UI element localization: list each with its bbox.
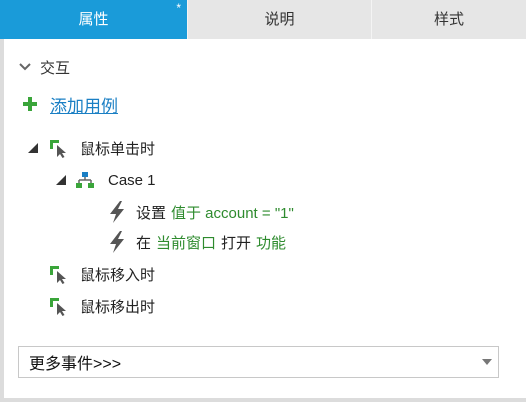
panel-tabs: 属性 * 说明 样式 <box>0 0 526 39</box>
event-label: 鼠标移出时 <box>80 298 156 316</box>
mouse-event-icon <box>50 298 66 316</box>
interaction-section-label: 交互 <box>40 59 71 77</box>
event-item-click[interactable]: 鼠标单击时 <box>28 135 155 161</box>
expand-triangle-icon[interactable] <box>28 143 38 153</box>
modified-marker: * <box>176 1 181 15</box>
expand-triangle-icon[interactable] <box>56 175 66 185</box>
event-item-mouse-enter[interactable]: 鼠标移入时 <box>48 261 155 287</box>
action-detail: 值于 account = "1" <box>171 204 294 222</box>
event-item-mouse-leave[interactable]: 鼠标移出时 <box>48 293 155 319</box>
action-detail: 功能 <box>256 234 287 252</box>
more-events-select[interactable]: 更多事件>>> <box>18 346 499 378</box>
tab-properties-label: 属性 <box>78 11 109 28</box>
tab-notes-label: 说明 <box>264 11 295 28</box>
action-verb: 设置 <box>136 204 167 222</box>
tab-notes[interactable]: 说明 <box>187 0 371 39</box>
tab-style[interactable]: 样式 <box>371 0 526 39</box>
action-item-set-value[interactable]: 设置 值于 account = "1" <box>108 199 294 225</box>
add-case-link[interactable]: 添加用例 <box>50 92 118 117</box>
interaction-section-toggle[interactable]: 交互 <box>18 55 70 79</box>
mouse-event-icon <box>50 266 66 284</box>
caret-down-icon <box>482 359 492 365</box>
more-events-value: 更多事件>>> <box>29 356 122 373</box>
tab-style-label: 样式 <box>433 11 464 28</box>
add-case-button[interactable]: 添加用例 <box>22 92 118 116</box>
lightning-icon <box>110 201 124 223</box>
chevron-down-icon <box>19 63 31 71</box>
case-item[interactable]: Case 1 <box>56 167 156 193</box>
action-target: 当前窗口 <box>156 234 217 252</box>
tab-properties[interactable]: 属性 * <box>0 0 187 39</box>
mouse-event-icon <box>50 140 66 158</box>
event-label: 鼠标移入时 <box>80 266 156 284</box>
case-label: Case 1 <box>108 171 156 189</box>
case-icon <box>76 172 94 188</box>
action-verb: 在 <box>136 234 152 252</box>
lightning-icon <box>110 231 124 253</box>
action-verb-2: 打开 <box>221 234 252 252</box>
action-item-open-link[interactable]: 在 当前窗口 打开 功能 <box>108 229 286 255</box>
event-label: 鼠标单击时 <box>80 140 156 158</box>
plus-icon <box>23 97 37 111</box>
